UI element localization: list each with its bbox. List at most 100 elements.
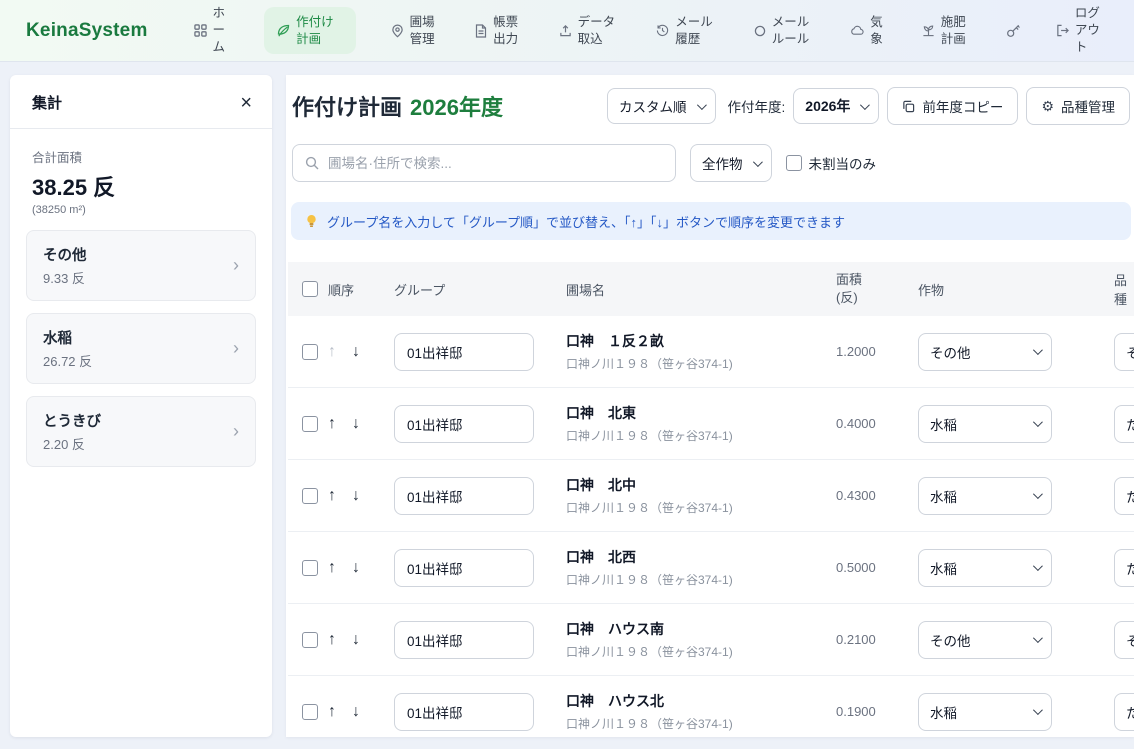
sort-order-select[interactable]: カスタム順	[607, 88, 716, 124]
select-all-checkbox[interactable]	[302, 281, 318, 297]
variety-management-button[interactable]: ⚙ 品種管理	[1026, 87, 1130, 125]
nav-item-weather[interactable]: 気象	[850, 14, 887, 48]
close-icon[interactable]: ×	[240, 93, 252, 113]
header-group: グループ	[394, 280, 566, 299]
key-icon	[1006, 23, 1021, 38]
move-up-button[interactable]: ↑	[328, 559, 336, 577]
move-up-button[interactable]: ↑	[328, 703, 336, 721]
nav-item-logout[interactable]: ログアウト	[1056, 5, 1112, 56]
document-icon	[475, 24, 487, 38]
move-down-button[interactable]: ↓	[352, 559, 360, 577]
move-down-button[interactable]: ↓	[352, 487, 360, 505]
row-checkbox[interactable]	[302, 488, 318, 504]
app-logo[interactable]: KeinaSystem	[26, 20, 148, 42]
move-down-button[interactable]: ↓	[352, 631, 360, 649]
move-down-button[interactable]: ↓	[352, 703, 360, 721]
area-value: 0.2100	[836, 632, 918, 647]
group-input[interactable]	[394, 549, 534, 587]
crop-summary-list: その他 9.33 反 › 水稲 26.72 反 › とうきび 2.20 反 ›	[10, 216, 272, 467]
nav-item-mail-history[interactable]: メール履歴	[656, 14, 719, 48]
group-input[interactable]	[394, 405, 534, 443]
nav-item-planting-plan[interactable]: 作付け計画	[264, 7, 356, 55]
table-row: ↑ ↓ 口神 １反２畝 口神ノ川１９８（笹ヶ谷374-1) 1.2000 その他…	[288, 316, 1134, 388]
nav-item-label: 帳票出力	[493, 14, 524, 48]
location-pin-icon	[391, 24, 404, 38]
table-header-row: 順序 グループ 圃場名 面積(反) 作物 品種	[288, 262, 1134, 316]
nav-item-data-import[interactable]: データ取込	[559, 14, 622, 48]
crop-select[interactable]: 水稲	[918, 693, 1052, 731]
top-navigation: KeinaSystem ホーム 作付け計画 圃場管理 帳票出力	[0, 0, 1134, 62]
move-up-button[interactable]: ↑	[328, 631, 336, 649]
move-down-button[interactable]: ↓	[352, 415, 360, 433]
search-input[interactable]	[328, 156, 663, 171]
crop-filter-select[interactable]: 全作物	[690, 144, 772, 182]
nav-item-label: 圃場管理	[410, 14, 441, 48]
group-input[interactable]	[394, 621, 534, 659]
variety-select[interactable]: た	[1114, 405, 1134, 443]
title-controls: カスタム順 作付年度: 2026年 前年度コピー ⚙ 品種管理	[607, 87, 1130, 125]
row-checkbox[interactable]	[302, 704, 318, 720]
crop-select[interactable]: その他	[918, 333, 1052, 371]
chevron-right-icon: ›	[233, 421, 239, 442]
row-checkbox[interactable]	[302, 560, 318, 576]
nav-item-key[interactable]	[1006, 23, 1021, 38]
planting-year-select[interactable]: 2026年	[793, 88, 879, 124]
chevron-down-icon	[1033, 561, 1043, 571]
copy-previous-year-button[interactable]: 前年度コピー	[887, 87, 1018, 125]
unassigned-only-toggle[interactable]: 未割当のみ	[786, 153, 877, 173]
sprout-icon	[922, 24, 935, 37]
total-area-sub: (38250 m²)	[32, 204, 256, 216]
crop-summary-card[interactable]: とうきび 2.20 反 ›	[26, 396, 256, 467]
crop-select[interactable]: 水稲	[918, 549, 1052, 587]
field-address: 口神ノ川１９８（笹ヶ谷374-1)	[566, 355, 836, 372]
field-address: 口神ノ川１９８（笹ヶ谷374-1)	[566, 715, 836, 732]
total-area-label: 合計面積	[32, 147, 256, 166]
unassigned-only-checkbox[interactable]	[786, 155, 802, 171]
variety-select[interactable]: た	[1114, 549, 1134, 587]
crop-name: その他	[43, 244, 87, 265]
crop-summary-card[interactable]: 水稲 26.72 反 ›	[26, 313, 256, 384]
row-checkbox[interactable]	[302, 344, 318, 360]
move-up-button[interactable]: ↑	[328, 343, 336, 361]
crop-area: 26.72 反	[43, 351, 92, 370]
nav-item-home[interactable]: ホーム	[194, 5, 230, 56]
group-input[interactable]	[394, 333, 534, 371]
variety-select[interactable]: た	[1114, 693, 1134, 731]
summary-panel-header: 集計 ×	[10, 75, 272, 129]
header-variety: 品種	[1078, 270, 1134, 308]
area-value: 1.2000	[836, 344, 918, 359]
nav-item-mail-rules[interactable]: メールルール	[754, 14, 816, 48]
table-row: ↑ ↓ 口神 北西 口神ノ川１９８（笹ヶ谷374-1) 0.5000 水稲 た	[288, 532, 1134, 604]
chevron-down-icon	[860, 100, 870, 110]
table-row: ↑ ↓ 口神 北東 口神ノ川１９８（笹ヶ谷374-1) 0.4000 水稲 た	[288, 388, 1134, 460]
crop-select[interactable]: 水稲	[918, 477, 1052, 515]
title-row: 作付け計画 2026年度 カスタム順 作付年度: 2026年 前年度コピー ⚙	[288, 85, 1134, 125]
group-input[interactable]	[394, 693, 534, 731]
nav-item-label: 作付け計画	[296, 14, 344, 48]
nav-item-label: 施肥計画	[941, 14, 972, 48]
variety-select[interactable]: そ	[1114, 333, 1134, 371]
move-up-button[interactable]: ↑	[328, 487, 336, 505]
summary-panel: 集計 × 合計面積 38.25 反 (38250 m²) その他 9.33 反 …	[10, 75, 272, 737]
row-checkbox[interactable]	[302, 632, 318, 648]
crop-name: 水稲	[43, 327, 92, 348]
crop-select[interactable]: その他	[918, 621, 1052, 659]
move-down-button[interactable]: ↓	[352, 343, 360, 361]
field-name: 口神 ハウス南	[566, 619, 836, 639]
crop-summary-card[interactable]: その他 9.33 反 ›	[26, 230, 256, 301]
nav-item-report-output[interactable]: 帳票出力	[475, 14, 524, 48]
variety-select[interactable]: た	[1114, 477, 1134, 515]
field-name: 口神 北東	[566, 403, 836, 423]
nav-item-label: 気象	[870, 14, 887, 48]
hint-text: グループ名を入力して「グループ順」で並び替え、「↑」「↓」ボタンで順序を変更でき…	[327, 212, 845, 231]
nav-item-fertilization-plan[interactable]: 施肥計画	[922, 14, 972, 48]
row-checkbox[interactable]	[302, 416, 318, 432]
group-input[interactable]	[394, 477, 534, 515]
logout-icon	[1056, 24, 1069, 37]
nav-item-field-management[interactable]: 圃場管理	[391, 14, 441, 48]
move-up-button[interactable]: ↑	[328, 415, 336, 433]
variety-select[interactable]: そ	[1114, 621, 1134, 659]
nav-list: ホーム 作付け計画 圃場管理 帳票出力 データ取込	[194, 5, 1112, 56]
crop-select[interactable]: 水稲	[918, 405, 1052, 443]
area-value: 0.4000	[836, 416, 918, 431]
